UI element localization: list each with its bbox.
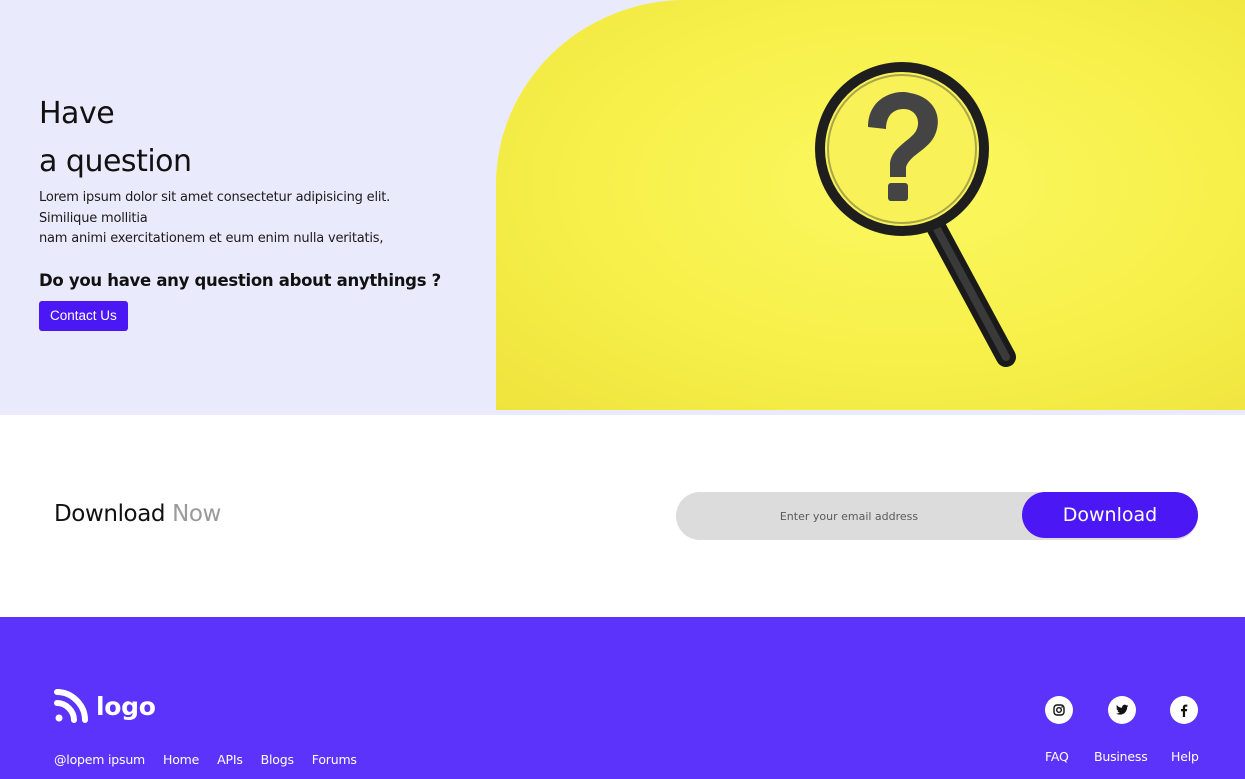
footer-link-apis[interactable]: APIs (217, 752, 243, 767)
footer-link-forums[interactable]: Forums (312, 752, 357, 767)
download-button[interactable]: Download (1022, 492, 1198, 538)
instagram-icon (1053, 704, 1065, 716)
hero-section: Have a question Lorem ipsum dolor sit am… (0, 0, 1245, 415)
facebook-button[interactable] (1170, 696, 1198, 724)
hero-desc-line2: Similique mollitia (39, 210, 148, 226)
hero-title-line1: Have (39, 96, 115, 131)
social-links (1045, 696, 1198, 724)
hero-copy: Have a question Lorem ipsum dolor sit am… (39, 90, 479, 331)
contact-us-button[interactable]: Contact Us (39, 300, 128, 331)
twitter-button[interactable] (1108, 696, 1136, 724)
facebook-icon (1180, 704, 1188, 717)
hero-image (496, 0, 1245, 410)
hero-desc-line1: Lorem ipsum dolor sit amet consectetur a… (39, 190, 391, 205)
footer-link-home[interactable]: Home (163, 752, 199, 767)
instagram-button[interactable] (1045, 696, 1073, 724)
magnifying-glass-question-icon (815, 62, 1016, 367)
hero-title: Have a question (39, 90, 479, 186)
footer-logo[interactable]: logo (54, 689, 156, 723)
download-section: Download Now Download (0, 415, 1245, 617)
download-title-muted: Now (172, 501, 221, 527)
hero-question: Do you have any question about anythings… (39, 270, 441, 290)
footer-right-links: FAQ Business Help (1045, 749, 1199, 767)
footer-link-blogs[interactable]: Blogs (261, 752, 294, 767)
footer-link-help[interactable]: Help (1171, 749, 1199, 764)
hero-desc-line3: nam animi exercitationem et eum enim nul… (39, 231, 384, 246)
footer-nav: @lopem ipsum Home APIs Blogs Forums (54, 752, 375, 767)
rss-feed-icon (54, 689, 88, 723)
download-title: Download Now (54, 501, 221, 527)
twitter-icon (1115, 704, 1128, 715)
footer: logo @lopem ipsum Home APIs Blogs Forums (0, 617, 1245, 779)
footer-link-faq[interactable]: FAQ (1045, 749, 1069, 764)
email-form: Download (676, 492, 1198, 540)
footer-handle: @lopem ipsum (54, 752, 146, 767)
email-input[interactable] (676, 492, 1022, 540)
hero-title-line2: a question (39, 144, 192, 179)
hero-description: Lorem ipsum dolor sit amet consectetur a… (39, 188, 479, 250)
download-title-main: Download (54, 501, 166, 527)
logo-text: logo (96, 691, 156, 721)
footer-link-business[interactable]: Business (1094, 749, 1148, 764)
